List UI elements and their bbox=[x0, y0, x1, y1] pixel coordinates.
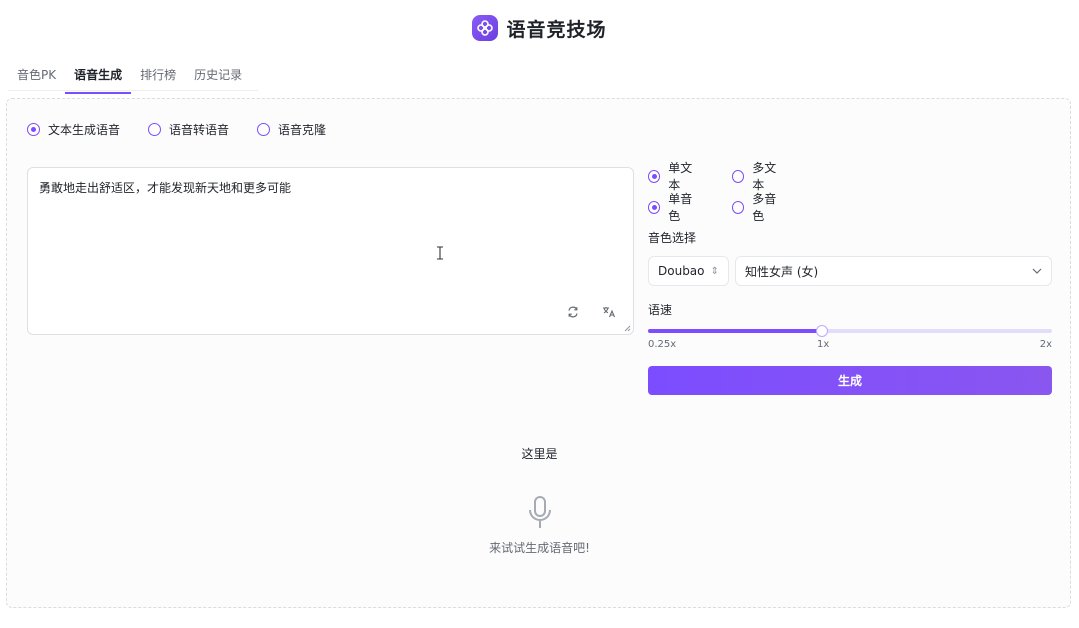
radio-label: 文本生成语音 bbox=[48, 123, 121, 137]
empty-state-text: 来试试生成语音吧! bbox=[489, 541, 590, 555]
chevron-up-down-icon: ⇕ bbox=[710, 265, 719, 277]
text-input-value: 勇敢地走出舒适区，才能发现新天地和更多可能 bbox=[39, 181, 292, 195]
flower-logo-icon bbox=[472, 15, 499, 41]
speed-max-label: 2x bbox=[1039, 339, 1052, 350]
tooltip-text: 这里是 bbox=[521, 447, 558, 461]
radio-label: 语音转语音 bbox=[169, 123, 230, 137]
provider-select-value: Doubao bbox=[658, 264, 705, 278]
generation-panel: 文本生成语音 语音转语音 语音克隆 勇敢地走出舒适区，才能发现新天地和更多可能 bbox=[6, 98, 1071, 608]
tab-history[interactable]: 历史记录 bbox=[185, 64, 251, 90]
radio-label: 单文本 bbox=[668, 161, 693, 192]
tab-speech-generation[interactable]: 语音生成 bbox=[65, 64, 132, 94]
radio-label: 语音克隆 bbox=[278, 123, 327, 137]
voice-select-value: 知性女声 (女) bbox=[745, 264, 819, 279]
text-input-actions bbox=[565, 304, 617, 320]
settings-panel: 单文本 多文本 单音色 多音色 音色选择 Doubao ⇕ 知性女声 (女) 语… bbox=[648, 161, 1052, 395]
text-mode-radio-group: 单文本 多文本 bbox=[648, 161, 1052, 192]
output-area: 这里是 来试试生成语音吧! bbox=[7, 445, 1072, 556]
microphone-icon bbox=[528, 496, 551, 528]
radio-checked-icon bbox=[648, 200, 661, 214]
voice-mode-radio-group: 单音色 多音色 bbox=[648, 192, 1052, 223]
radio-checked-icon bbox=[648, 169, 661, 183]
voice-select[interactable]: 知性女声 (女) bbox=[735, 256, 1052, 286]
radio-label: 多音色 bbox=[752, 192, 777, 223]
radio-unchecked-icon bbox=[732, 200, 745, 214]
chevron-down-icon bbox=[1032, 268, 1042, 274]
mode-speech-to-speech-radio[interactable]: 语音转语音 bbox=[148, 121, 229, 138]
app-header: 语音竞技场 bbox=[0, 12, 1079, 44]
text-cursor-icon bbox=[437, 246, 443, 260]
radio-label: 多文本 bbox=[752, 161, 777, 192]
text-input[interactable]: 勇敢地走出舒适区，才能发现新天地和更多可能 bbox=[27, 167, 634, 335]
slider-tick-labels: 0.25x 1x 2x bbox=[648, 339, 1052, 353]
tab-leaderboard[interactable]: 排行榜 bbox=[131, 64, 185, 90]
refresh-icon[interactable] bbox=[565, 304, 581, 320]
radio-unchecked-icon bbox=[148, 123, 162, 136]
speed-slider[interactable] bbox=[648, 325, 1052, 337]
tab-voice-pk[interactable]: 音色PK bbox=[8, 64, 65, 90]
voice-select-label: 音色选择 bbox=[648, 231, 697, 245]
speed-label: 语速 bbox=[648, 303, 673, 317]
single-voice-radio[interactable]: 单音色 bbox=[648, 192, 702, 223]
radio-unchecked-icon bbox=[732, 169, 745, 183]
mode-radio-group: 文本生成语音 语音转语音 语音克隆 bbox=[27, 121, 326, 138]
radio-label: 单音色 bbox=[668, 192, 693, 223]
mode-text-to-speech-radio[interactable]: 文本生成语音 bbox=[27, 121, 120, 138]
app-title: 语音竞技场 bbox=[506, 18, 607, 41]
slider-thumb[interactable] bbox=[816, 325, 828, 337]
mode-voice-clone-radio[interactable]: 语音克隆 bbox=[257, 121, 326, 138]
slider-fill bbox=[648, 329, 822, 333]
multi-text-radio[interactable]: 多文本 bbox=[732, 161, 786, 192]
single-text-radio[interactable]: 单文本 bbox=[648, 161, 702, 192]
speed-min-label: 0.25x bbox=[648, 339, 677, 350]
radio-unchecked-icon bbox=[257, 123, 271, 136]
main-tabs: 音色PK 语音生成 排行榜 历史记录 bbox=[8, 64, 258, 94]
multi-voice-radio[interactable]: 多音色 bbox=[732, 192, 786, 223]
radio-checked-icon bbox=[27, 123, 40, 136]
voice-select-row: Doubao ⇕ 知性女声 (女) bbox=[648, 256, 1052, 286]
resize-handle-icon[interactable] bbox=[623, 324, 631, 332]
generate-button[interactable]: 生成 bbox=[648, 366, 1052, 395]
speed-mid-label: 1x bbox=[817, 339, 830, 350]
translate-icon[interactable] bbox=[601, 304, 617, 320]
provider-select[interactable]: Doubao ⇕ bbox=[648, 256, 729, 286]
